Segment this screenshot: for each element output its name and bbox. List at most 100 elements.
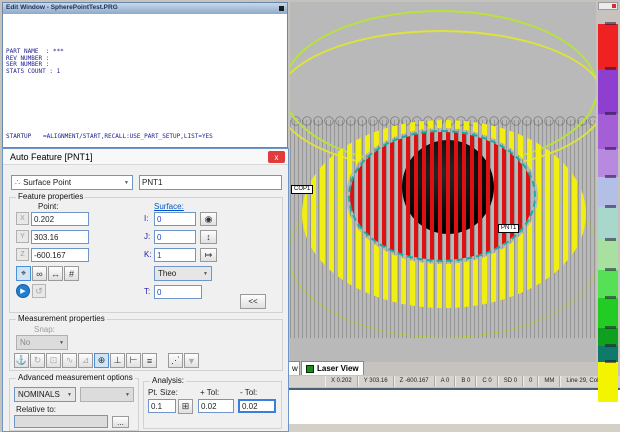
analysis-group: Analysis: Pt. Size: + Tol: - Tol: ⊞ <box>143 381 282 429</box>
chevron-down-icon: ▼ <box>56 340 67 346</box>
coordinate-input[interactable] <box>31 212 89 226</box>
chevron-down-icon: ▼ <box>64 392 75 398</box>
relative-to-input <box>14 415 108 428</box>
point-label: Point: <box>38 202 58 211</box>
filter-button[interactable]: ▼ <box>184 353 199 368</box>
width-button[interactable]: ⊢ <box>126 353 141 368</box>
code-line: STARTUP =ALIGNMENT/START,RECALL:USE_PART… <box>6 134 287 141</box>
scale-segment <box>598 177 618 207</box>
feature-type-dropdown[interactable]: ∴ Surface Point ▼ <box>11 175 133 190</box>
edit-window-menu-icon[interactable] <box>279 6 284 11</box>
copy-box-button[interactable]: ⊡ <box>46 353 61 368</box>
plus-tol-label: + Tol: <box>200 388 219 397</box>
graphics-view[interactable]: COP1 PNT1 <box>290 2 596 362</box>
scale-segment <box>598 362 618 402</box>
vector-input[interactable] <box>154 230 196 244</box>
plus-tol-input[interactable] <box>198 399 234 413</box>
chart-icon: ⊿ <box>82 355 90 366</box>
rotate-icon: ↻ <box>34 355 42 366</box>
color-scale <box>598 24 618 402</box>
theo-dropdown[interactable]: Theo ▼ <box>154 266 212 281</box>
feature-name-input[interactable] <box>139 175 282 190</box>
dialog-title: Auto Feature [PNT1] <box>10 152 93 162</box>
offset-button[interactable]: ↔ <box>48 266 63 281</box>
t-input[interactable] <box>154 285 202 299</box>
chevron-down-icon: ▼ <box>122 392 133 398</box>
measurement-properties-group: Measurement properties Snap: No ▼ ⚓ ↻ ⊡ <box>9 319 283 371</box>
width-icon: ⊢ <box>130 355 138 366</box>
tab-laser-view[interactable]: Laser View <box>301 361 364 375</box>
status-cell: X 0.202 <box>325 376 358 387</box>
t-label: T: <box>144 287 150 296</box>
color-scale-close-icon[interactable] <box>612 4 616 8</box>
axis-toggle-button[interactable]: X <box>16 212 29 225</box>
status-cell: A 0 <box>435 376 456 387</box>
chevron-down-icon: ▼ <box>200 271 211 277</box>
scale-segment <box>598 24 618 69</box>
pick-size-button[interactable]: ⊞ <box>178 399 193 414</box>
curve-button[interactable]: ∿ <box>62 353 77 368</box>
target-icon: ⊕ <box>98 355 106 366</box>
status-cell: 0 <box>523 376 538 387</box>
execute-button[interactable]: ▶ <box>16 284 30 298</box>
vector-point-button[interactable]: ◉ <box>200 212 217 226</box>
align-vector-button[interactable]: ↦ <box>200 248 217 262</box>
browse-button[interactable]: ... <box>112 416 129 428</box>
read-point-button[interactable]: ∞ <box>32 266 47 281</box>
scale-segment <box>598 69 618 114</box>
edit-window-title: Edit Window - SpherePointTest.PRG <box>6 4 118 11</box>
measurement-toolbar-2: ⋰ ▼ <box>168 353 199 368</box>
close-icon: x <box>275 153 279 162</box>
header-line: STATS COUNT : 1 <box>6 69 287 76</box>
view-tabs: w Laser View <box>287 361 620 375</box>
reset-button[interactable]: ↺ <box>32 284 46 298</box>
axis-toggle-button[interactable]: Y <box>16 230 29 243</box>
coordinate-input[interactable] <box>31 248 89 262</box>
color-scale-titlebar <box>598 2 618 10</box>
advanced-options-group: Advanced measurement options NOMINALS ▼ … <box>9 378 139 431</box>
flip-vector-button[interactable]: ↕ <box>200 230 217 244</box>
vector-input[interactable] <box>154 212 196 226</box>
offset-icon: ↔ <box>51 269 60 279</box>
minus-tol-label: - Tol: <box>240 388 257 397</box>
rotate-button[interactable]: ↻ <box>30 353 45 368</box>
scale-segment <box>598 240 618 270</box>
scan-path-icon: ⋰ <box>171 355 180 366</box>
scale-segment <box>598 270 618 298</box>
level-button[interactable]: ⊥ <box>110 353 125 368</box>
close-button[interactable]: x <box>268 151 285 163</box>
dialog-titlebar[interactable]: Auto Feature [PNT1] x <box>3 149 288 165</box>
nominals-dropdown[interactable]: NOMINALS ▼ <box>14 387 76 402</box>
scan-path-button[interactable]: ⋰ <box>168 353 183 368</box>
vector-input[interactable] <box>154 248 196 262</box>
anchor-icon: ⚓ <box>16 355 27 366</box>
scale-segment <box>598 149 618 177</box>
pick-point-button[interactable]: ⌖ <box>16 266 31 281</box>
minus-tol-input[interactable] <box>238 399 276 413</box>
edit-window-titlebar[interactable]: Edit Window - SpherePointTest.PRG <box>3 3 287 14</box>
grid-button[interactable]: # <box>64 266 79 281</box>
target-button[interactable]: ⊕ <box>94 353 109 368</box>
pt-size-input[interactable] <box>148 399 176 413</box>
scale-segment <box>598 207 618 240</box>
coordinate-input[interactable] <box>31 230 89 244</box>
axis-toggle-button[interactable]: Z <box>16 248 29 261</box>
anchor-button[interactable]: ⚓ <box>14 353 29 368</box>
status-cell: SD 0 <box>498 376 523 387</box>
surface-point-icon: ∴ <box>12 178 23 187</box>
status-cell: B 0 <box>455 376 476 387</box>
status-cell: C 0 <box>476 376 497 387</box>
pnt1-feature-label[interactable]: PNT1 <box>498 224 519 233</box>
chart-button[interactable]: ⊿ <box>78 353 93 368</box>
cop1-feature-label[interactable]: COP1 <box>291 185 313 194</box>
grid-icon: # <box>69 269 74 279</box>
relative-to-label: Relative to: <box>16 405 56 414</box>
align-vector-icon: ↦ <box>205 250 213 261</box>
status-cell: MM <box>538 376 560 387</box>
histogram-button[interactable]: ≡ <box>142 353 157 368</box>
code-editor[interactable]: PART NAME : ***REV NUMBER :SER NUMBER :S… <box>3 14 287 147</box>
surface-label[interactable]: Surface: <box>154 202 184 211</box>
collapse-button[interactable]: << <box>240 294 266 309</box>
curve-icon: ∿ <box>66 355 74 366</box>
window-edge <box>287 424 620 432</box>
